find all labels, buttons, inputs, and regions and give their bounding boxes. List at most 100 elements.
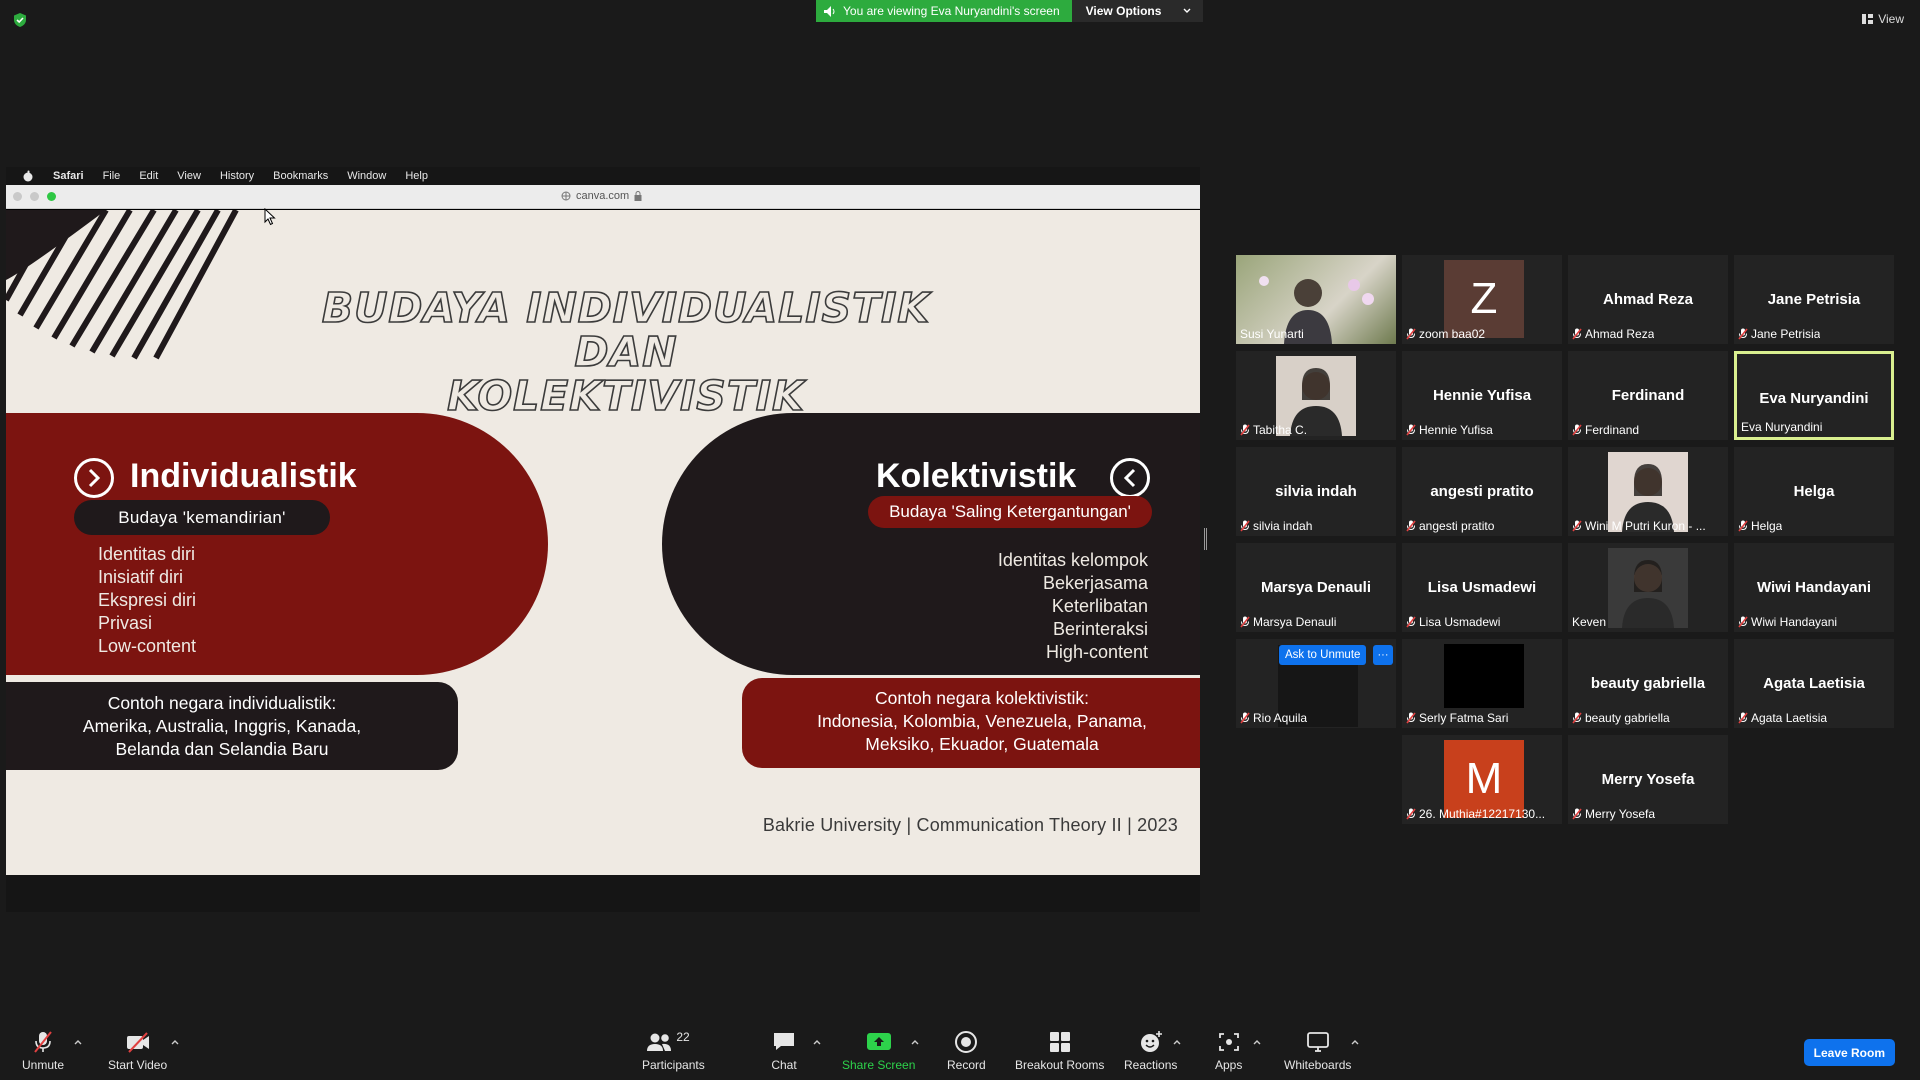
participant-name-label: Tabitha C. [1240, 423, 1307, 437]
mic-muted-icon [1240, 520, 1250, 532]
whiteboard-icon [1306, 1032, 1329, 1052]
chevron-left-circle-icon [1110, 458, 1150, 498]
participant-name-label: Wini M Putri Kuron - ... [1572, 519, 1706, 533]
mic-muted-icon [1572, 520, 1582, 532]
shared-screen[interactable]: Safari File Edit View History Bookmarks … [6, 167, 1200, 912]
lock-icon [634, 191, 642, 201]
ask-to-unmute-button[interactable]: Ask to Unmute [1279, 645, 1367, 665]
kolektivistik-examples: Contoh negara kolektivistik: Indonesia, … [742, 678, 1200, 768]
view-options-label: View Options [1085, 4, 1162, 18]
chat-options-caret-icon[interactable] [812, 1038, 822, 1046]
participant-tile[interactable]: Zzoom baa02 [1402, 255, 1562, 344]
unmute-button[interactable]: Unmute [22, 1030, 64, 1072]
participant-name: Keven [1572, 615, 1607, 629]
participant-tile[interactable]: Eva Nuryandini Eva Nuryandini [1734, 351, 1894, 440]
participant-display-name: Jane Petrisia [1767, 291, 1861, 308]
participant-name: Jane Petrisia [1751, 327, 1821, 341]
apple-icon [23, 170, 33, 182]
start-video-button[interactable]: Start Video [108, 1030, 167, 1072]
mic-muted-icon [1406, 424, 1416, 436]
reactions-label: Reactions [1124, 1058, 1178, 1072]
mic-muted-icon [1240, 712, 1250, 724]
view-options-button[interactable]: View Options [1071, 0, 1204, 22]
participants-button[interactable]: 22 Participants [642, 1030, 705, 1072]
mic-muted-icon [1738, 712, 1748, 724]
participant-name-label: Rio Aquila [1240, 711, 1307, 725]
participant-tile[interactable]: Serly Fatma Sari [1402, 639, 1562, 728]
mic-muted-icon [1240, 616, 1250, 628]
participant-tile[interactable]: Tabitha C. [1236, 351, 1396, 440]
participant-tile[interactable]: Helga Helga [1734, 447, 1894, 536]
participant-tile[interactable]: Ahmad Reza Ahmad Reza [1568, 255, 1728, 344]
participant-tile[interactable]: angesti pratito angesti pratito [1402, 447, 1562, 536]
participant-tile[interactable]: Wiwi Handayani Wiwi Handayani [1734, 543, 1894, 632]
record-button[interactable]: Record [947, 1030, 986, 1072]
slide-title: BUDAYA INDIVIDUALISTIK DAN KOLEKTIVISTIK [306, 284, 946, 420]
more-options-button[interactable]: ··· [1373, 645, 1393, 665]
audio-options-caret-icon[interactable] [73, 1038, 83, 1046]
participant-tile[interactable]: Marsya Denauli Marsya Denauli [1236, 543, 1396, 632]
participant-tile[interactable]: Wini M Putri Kuron - ... [1568, 447, 1728, 536]
participant-tile[interactable]: Hennie Yufisa Hennie Yufisa [1402, 351, 1562, 440]
participant-display-name: silvia indah [1275, 483, 1357, 500]
participant-tile[interactable]: Jane Petrisia Jane Petrisia [1734, 255, 1894, 344]
reactions-options-caret-icon[interactable] [1172, 1038, 1182, 1046]
participant-display-name: Ahmad Reza [1602, 291, 1694, 308]
chevron-right-circle-icon [74, 458, 114, 498]
safari-toolbar: canva.com [6, 185, 1200, 209]
reactions-button[interactable]: Reactions [1124, 1030, 1177, 1072]
participant-name: Tabitha C. [1253, 423, 1308, 437]
video-options-caret-icon[interactable] [170, 1038, 180, 1046]
participant-name: Eva Nuryandini [1741, 420, 1823, 434]
whiteboards-button[interactable]: Whiteboards [1284, 1030, 1351, 1072]
examples-line: Contoh negara kolektivistik: [875, 688, 1089, 708]
mic-muted-icon [1738, 328, 1748, 340]
participant-name: silvia indah [1253, 519, 1313, 533]
participant-name-label: Agata Laetisia [1738, 711, 1827, 725]
individualistik-examples: Contoh negara individualistik: Amerika, … [6, 682, 458, 770]
participant-tile[interactable]: Susi Yunarti [1236, 255, 1396, 344]
participant-name: Serly Fatma Sari [1419, 711, 1509, 725]
chat-button[interactable]: Chat [771, 1030, 797, 1072]
slide-footer: Bakrie University | Communication Theory… [762, 815, 1178, 835]
menu-view: View [177, 170, 201, 182]
participant-tile[interactable]: Keven [1568, 543, 1728, 632]
slide-title-line-2: KOLEKTIVISTIK [446, 372, 805, 420]
participant-tile[interactable]: M 26. Muthia#12217130... [1402, 735, 1562, 824]
participant-name: Marsya Denauli [1253, 615, 1337, 629]
meeting-toolbar: Unmute Start Video 22 Participants Chat … [0, 1020, 1920, 1080]
participant-display-name: Helga [1793, 483, 1835, 500]
apps-options-caret-icon[interactable] [1252, 1038, 1262, 1046]
participant-gallery: Susi Yunarti Zzoom baa02 Ahmad Reza Ahmad R… [1236, 255, 1896, 825]
view-button[interactable]: View [1862, 12, 1904, 26]
participant-name: Merry Yosefa [1585, 807, 1656, 821]
mic-muted-icon [1406, 808, 1416, 820]
whiteboard-options-caret-icon[interactable] [1350, 1038, 1360, 1046]
participants-label: Participants [642, 1058, 705, 1072]
participant-tile[interactable]: Ferdinand Ferdinand [1568, 351, 1728, 440]
participant-tile[interactable]: Merry Yosefa Merry Yosefa [1568, 735, 1728, 824]
participant-display-name: Agata Laetisia [1763, 675, 1865, 692]
slide-title-line-1: BUDAYA INDIVIDUALISTIK DAN [321, 284, 931, 376]
share-screen-button[interactable]: Share Screen [842, 1030, 915, 1072]
participant-name: Agata Laetisia [1751, 711, 1828, 725]
leave-room-button[interactable]: Leave Room [1803, 1039, 1895, 1066]
apps-button[interactable]: Apps [1215, 1030, 1242, 1072]
splitter-handle[interactable] [1204, 528, 1207, 550]
mac-menubar: Safari File Edit View History Bookmarks … [6, 167, 1200, 185]
participant-tile[interactable]: Lisa Usmadewi Lisa Usmadewi [1402, 543, 1562, 632]
examples-line: Indonesia, Kolombia, Venezuela, Panama, [817, 711, 1147, 731]
participant-tile[interactable]: beauty gabriella beauty gabriella [1568, 639, 1728, 728]
participant-tile[interactable]: silvia indah silvia indah [1236, 447, 1396, 536]
participant-display-name: Wiwi Handayani [1756, 579, 1872, 596]
mic-muted-icon [1572, 808, 1582, 820]
individualistik-subtitle: Budaya 'kemandirian' [74, 500, 330, 535]
security-shield-icon[interactable] [12, 12, 28, 28]
participant-name: Ahmad Reza [1585, 327, 1655, 341]
participant-tile[interactable]: Ask to Unmute ··· Rio Aquila [1236, 639, 1396, 728]
share-options-caret-icon[interactable] [910, 1038, 920, 1046]
breakout-rooms-button[interactable]: Breakout Rooms [1015, 1030, 1104, 1072]
participant-tile[interactable]: Agata Laetisia Agata Laetisia [1734, 639, 1894, 728]
mic-muted-icon [1406, 616, 1416, 628]
participant-name-label: Hennie Yufisa [1406, 423, 1493, 437]
